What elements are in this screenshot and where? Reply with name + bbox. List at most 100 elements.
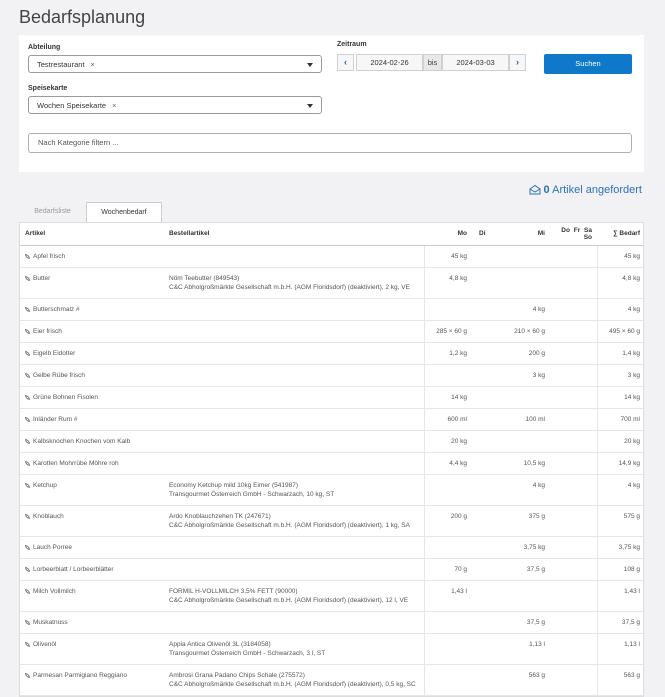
bestellartikel-cell-text: Economy Ketchup mild 10kg Eimer (541987)… — [169, 481, 335, 498]
artikel-name: Apfel frisch — [33, 252, 66, 260]
sum-cell-text: 1,43 l — [624, 587, 640, 595]
speisekarte-label: Speisekarte — [28, 85, 68, 92]
bestellartikel-cell — [164, 558, 424, 581]
artikel-name: Knoblauch — [33, 512, 64, 520]
di-mi-cell: 3,75 kg — [472, 536, 550, 559]
table-row: Karotten Mohrrübe Möhre roh 4,4 kg 10,5 kg… — [20, 452, 643, 475]
bestellartikel-cell: Ardo Knoblauchzehen TK (247671) C&C Abho… — [164, 505, 424, 537]
artikel-cell[interactable]: Eier frisch — [20, 320, 164, 343]
mo-cell: 200 g — [423, 505, 472, 537]
di-mi-cell: 37,5 g — [472, 611, 550, 634]
abteilung-tag: Testrestaurant × — [37, 60, 95, 69]
di-mi-cell-text: 1,13 l — [529, 640, 545, 648]
artikel-cell[interactable]: Milch Vollmilch — [20, 580, 164, 612]
zeitraum-label: Zeitraum — [337, 41, 367, 48]
artikel-cell[interactable]: Butter — [20, 267, 164, 299]
artikel-name: Eier frisch — [33, 327, 62, 335]
sum-cell: 575 g — [596, 505, 643, 537]
artikel-cell[interactable]: Butterschmalz # — [20, 298, 164, 321]
sum-cell-text: 20 kg — [624, 437, 640, 445]
col-bestellartikel[interactable]: Bestellartikel — [164, 223, 424, 246]
table-row: Olivenöl Appia Antica Olivenöl 3L (318405… — [20, 633, 643, 665]
di-mi-cell-text: 37,5 g — [526, 618, 545, 626]
di-mi-cell: 100 ml — [472, 408, 550, 431]
sum-cell-text: 37,5 g — [621, 618, 640, 626]
di-mi-cell-text: 4 kg — [532, 481, 545, 489]
prev-period-button[interactable]: ‹ — [337, 54, 354, 71]
next-period-button[interactable]: › — [509, 54, 526, 71]
leaf-icon — [25, 544, 30, 550]
artikel-name: Eigelb Eidotter — [33, 349, 76, 357]
bestellartikel-cell: Economy Ketchup mild 10kg Eimer (541987)… — [164, 474, 424, 506]
remove-speisekarte-icon[interactable]: × — [112, 103, 116, 110]
table-row: Apfel frisch 45 kg 45 kg — [20, 245, 643, 268]
artikel-cell[interactable]: Kalbsknochen Knochen vom Kalb — [20, 430, 164, 453]
col-mo: Mo — [424, 223, 472, 246]
mo-cell-text: 70 g — [454, 565, 467, 573]
date-to-field[interactable]: 2024-03-03 — [442, 54, 509, 71]
artikel-cell[interactable]: Lauch Porree — [20, 536, 164, 559]
bestellartikel-cell — [164, 298, 424, 321]
di-mi-cell: 200 g — [472, 342, 550, 365]
do-so-cell — [550, 342, 597, 365]
artikel-cell[interactable]: Ketchup — [20, 474, 164, 506]
do-so-cell — [550, 633, 597, 665]
leaf-icon — [25, 460, 30, 466]
leaf-icon — [25, 672, 30, 678]
bestellartikel-cell — [164, 320, 424, 343]
artikel-cell[interactable]: Apfel frisch — [20, 245, 164, 268]
sum-cell-text: 3 kg — [627, 371, 640, 379]
sum-cell: 1,43 l — [596, 580, 643, 612]
requested-articles-link[interactable]: 0 Artikel angefordert — [529, 184, 642, 196]
artikel-cell[interactable]: Knoblauch — [20, 505, 164, 537]
do-so-cell — [550, 298, 597, 321]
sum-cell-text: 3,75 kg — [618, 543, 640, 551]
tab-bedarfsliste[interactable]: Bedarfsliste — [19, 202, 86, 224]
di-mi-cell — [472, 267, 550, 299]
artikel-cell[interactable]: Lorbeerblatt / Lorbeerblätter — [20, 558, 164, 581]
kategorie-filter-input[interactable]: Nach Kategorie filtern ... — [28, 133, 632, 153]
artikel-cell[interactable]: Grüne Bohnen Fisolen — [20, 386, 164, 409]
col-artikel[interactable]: Artikel — [20, 223, 164, 246]
leaf-icon — [25, 588, 30, 594]
artikel-cell[interactable]: Inländer Rum # — [20, 408, 164, 431]
artikel-cell[interactable]: Gelbe Rübe frisch — [20, 364, 164, 387]
sum-cell: 1,13 l — [596, 633, 643, 665]
col-di-mi: Di Mi — [472, 223, 550, 246]
di-mi-cell-text: 10,5 kg — [523, 459, 545, 467]
sum-cell: 4 kg — [596, 474, 643, 506]
mo-cell-text: 4,4 kg — [449, 459, 467, 467]
table-row: Grüne Bohnen Fisolen 14 kg 14 kg — [20, 386, 643, 409]
speisekarte-select[interactable]: Wochen Speisekarte × — [28, 96, 322, 114]
mo-cell: 1,43 l — [423, 580, 472, 612]
do-so-cell — [550, 245, 597, 268]
bestellartikel-cell — [164, 430, 424, 453]
sum-cell: 14 kg — [596, 386, 643, 409]
di-mi-cell-text: 210 × 60 g — [514, 327, 545, 335]
mo-cell-text: 45 kg — [451, 252, 467, 260]
artikel-cell[interactable]: Muskatnuss — [20, 611, 164, 634]
di-mi-cell-text: 200 g — [528, 349, 545, 357]
leaf-icon — [25, 328, 30, 334]
tab-wochenbedarf[interactable]: Wochenbedarf — [86, 202, 162, 224]
artikel-cell[interactable]: Eigelb Eidotter — [20, 342, 164, 365]
leaf-icon — [25, 394, 30, 400]
abteilung-select[interactable]: Testrestaurant × — [28, 55, 322, 73]
search-button[interactable]: Suchen — [544, 54, 632, 74]
artikel-cell[interactable]: Olivenöl — [20, 633, 164, 665]
leaf-icon — [25, 438, 30, 444]
sum-cell-text: 700 ml — [620, 415, 640, 423]
bis-label: bis — [423, 54, 442, 71]
bestellartikel-cell — [164, 364, 424, 387]
artikel-cell[interactable]: Parmesan Parmigiano Reggiano — [20, 664, 164, 696]
table-row: Muskatnuss 37,5 g 37,5 g — [20, 611, 643, 634]
di-mi-cell — [472, 386, 550, 409]
remove-abteilung-icon[interactable]: × — [91, 62, 95, 69]
date-from-field[interactable]: 2024-02-26 — [356, 54, 423, 71]
mo-cell-text: 14 kg — [451, 393, 467, 401]
artikel-cell[interactable]: Karotten Mohrrübe Möhre roh — [20, 452, 164, 475]
table-row: Knoblauch Ardo Knoblauchzehen TK (247671)… — [20, 505, 643, 537]
mo-cell-text: 4,8 kg — [449, 274, 467, 282]
do-so-cell — [550, 664, 597, 696]
mo-cell-text: 1,43 l — [451, 587, 467, 595]
